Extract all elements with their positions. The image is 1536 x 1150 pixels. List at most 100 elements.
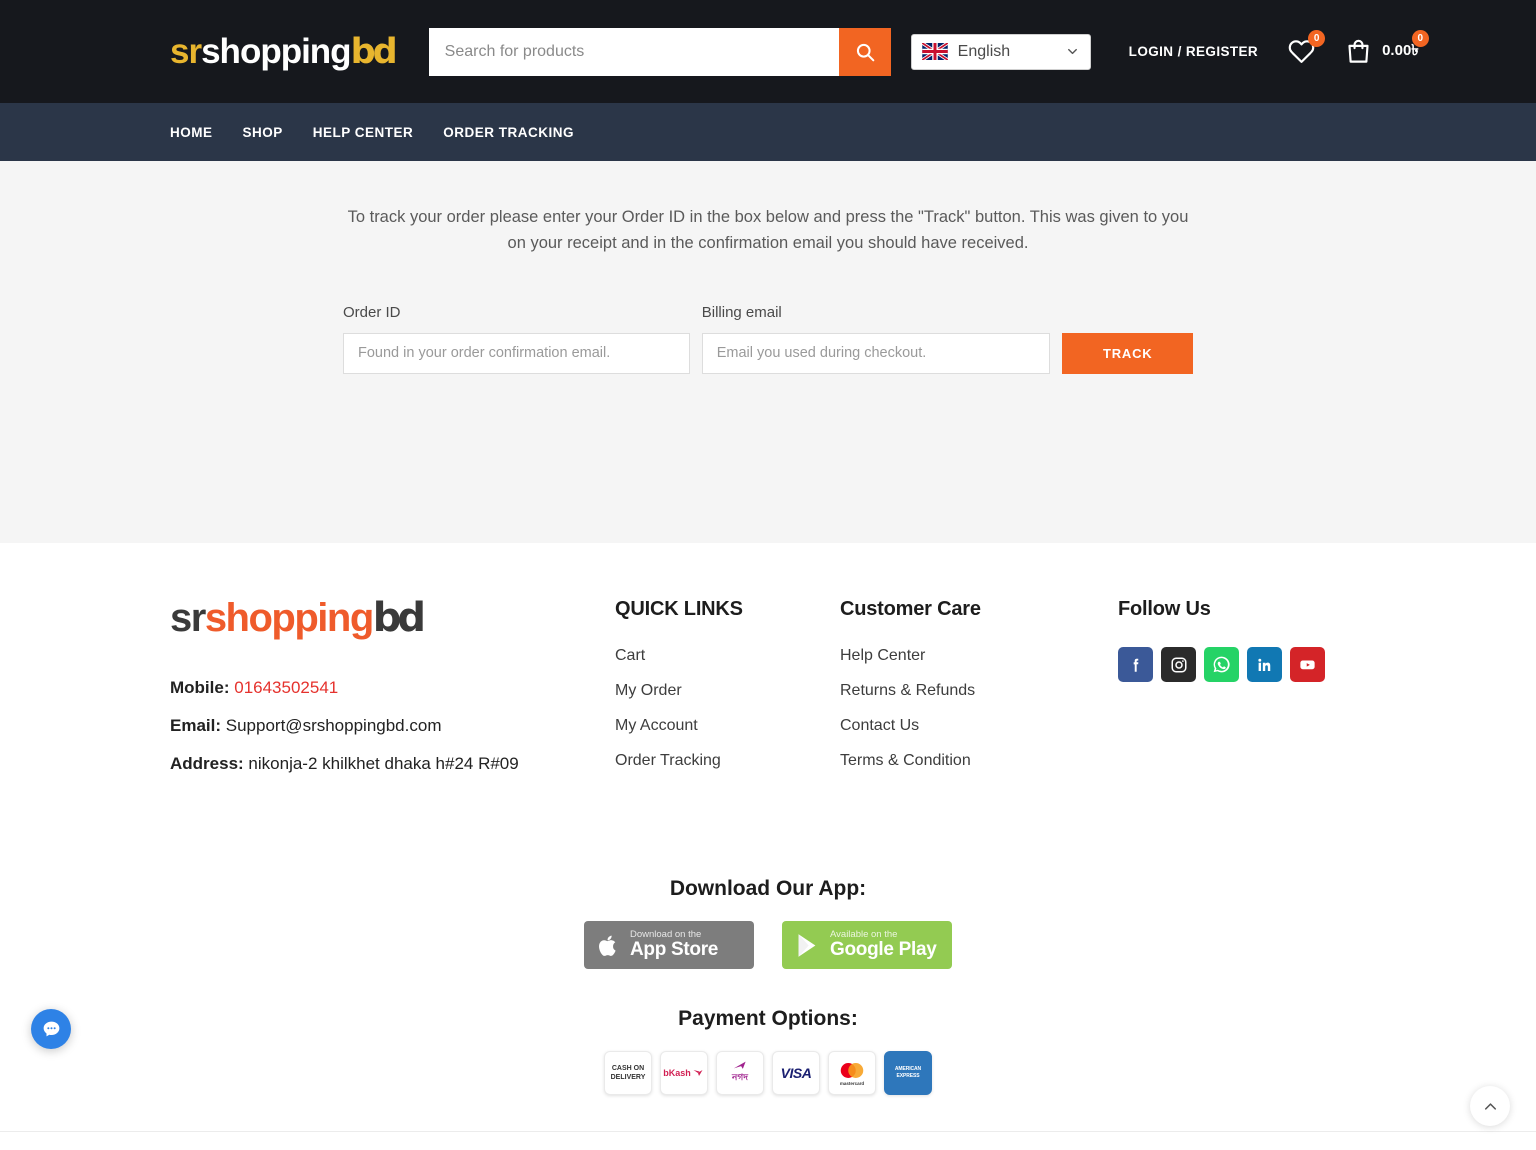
payment-mastercard: mastercard (828, 1051, 876, 1096)
contact-email: Email: Support@srshoppingbd.com (170, 714, 615, 738)
wishlist-count-badge: 0 (1308, 30, 1326, 47)
mastercard-circles-icon (840, 1062, 864, 1078)
payment-options-title: Payment Options: (678, 1007, 858, 1031)
customer-care-title: Customer Care (840, 598, 981, 620)
quick-links-title: QUICK LINKS (615, 598, 743, 620)
chevron-up-icon (1484, 1102, 1496, 1110)
login-register-link[interactable]: LOGIN / REGISTER (1129, 44, 1258, 59)
amex-line1: AMERICAN (894, 1066, 922, 1073)
contact-address-label: Address: (170, 753, 244, 773)
logo-part-shopping: shopping (201, 31, 351, 71)
language-selector[interactable]: English (910, 33, 1091, 70)
payment-american-express: AMERICAN EXPRESS (884, 1051, 932, 1096)
footer-customer-care-column: Customer Care Help Center Returns & Refu… (840, 598, 1118, 789)
contact-email-label: Email: (170, 715, 222, 735)
cod-line2: DELIVERY (610, 1074, 646, 1082)
logo-part-bd: bd (350, 31, 398, 72)
nav-item-help-center[interactable]: HELP CENTER (313, 125, 414, 140)
payment-options-section: Payment Options: CASH ON DELIVERY bKash (0, 1007, 1536, 1096)
order-tracking-form: Order ID Billing email TRACK (343, 304, 1193, 374)
payment-nagad: নগদ (716, 1051, 764, 1096)
billing-email-input[interactable] (701, 332, 1051, 374)
bkash-bird-icon (693, 1070, 703, 1077)
footer-logo[interactable]: srshoppingbd (170, 598, 615, 638)
search-icon (856, 43, 875, 61)
contact-email-value[interactable]: Support@srshoppingbd.com (226, 716, 442, 735)
whatsapp-icon (1213, 656, 1230, 673)
nav-item-home[interactable]: HOME (170, 125, 213, 140)
bkash-label: bKash (663, 1068, 691, 1079)
mastercard-label: mastercard (839, 1080, 865, 1086)
site-header: srshoppingbd English LOGIN / REGISTER 0 (0, 0, 1536, 103)
footer-link-my-account[interactable]: My Account (615, 717, 840, 735)
cart-count-badge: 0 (1411, 30, 1429, 47)
follow-us-title: Follow Us (1118, 598, 1211, 620)
wishlist-button[interactable]: 0 (1288, 30, 1326, 65)
social-facebook-button[interactable] (1118, 647, 1153, 682)
footer-link-my-order[interactable]: My Order (615, 682, 840, 700)
google-play-badge[interactable]: Available on the Google Play (782, 921, 952, 970)
logo-text: srshoppingbd (170, 31, 398, 72)
order-id-label: Order ID (343, 303, 401, 321)
order-id-input[interactable] (343, 332, 690, 374)
contact-address: Address: nikonja-2 khilkhet dhaka h#24 R… (170, 752, 615, 776)
amex-line2: EXPRESS (896, 1073, 920, 1080)
contact-mobile-label: Mobile: (170, 678, 230, 697)
nav-item-order-tracking[interactable]: ORDER TRACKING (443, 125, 574, 140)
social-instagram-button[interactable] (1161, 647, 1196, 682)
search-button[interactable] (838, 27, 891, 76)
contact-mobile-value[interactable]: 01643502541 (234, 678, 338, 697)
footer-logo-part-sr: sr (170, 596, 206, 640)
cod-line1: CASH ON (611, 1065, 645, 1073)
bkash-icon: bKash (663, 1067, 705, 1079)
footer-quick-links-column: QUICK LINKS Cart My Order My Account Ord… (615, 598, 840, 789)
apple-icon (599, 935, 616, 956)
app-store-text: Download on the App Store (630, 930, 718, 960)
footer-link-returns-refunds[interactable]: Returns & Refunds (840, 682, 1118, 700)
footer-link-help-center[interactable]: Help Center (840, 647, 1118, 665)
app-store-big-text: App Store (630, 939, 719, 961)
amex-text: AMERICAN EXPRESS (895, 1066, 921, 1080)
billing-email-field-group: Billing email (701, 304, 1051, 374)
footer-logo-part-shopping: shopping (204, 596, 374, 640)
footer-columns: srshoppingbd Mobile: 01643502541 Email: … (0, 598, 1536, 789)
footer-follow-column: Follow Us (1118, 598, 1325, 789)
shopping-bag-icon (1348, 39, 1369, 63)
site-logo[interactable]: srshoppingbd (170, 31, 398, 72)
download-app-section: Download Our App: Download on the App St… (0, 877, 1536, 970)
nagad-arrow-icon (733, 1061, 746, 1070)
footer-logo-part-bd: bd (372, 595, 426, 641)
social-linkedin-button[interactable] (1247, 647, 1282, 682)
youtube-icon (1300, 660, 1315, 670)
social-youtube-button[interactable] (1290, 647, 1325, 682)
social-whatsapp-button[interactable] (1204, 647, 1239, 682)
google-play-icon (798, 934, 816, 957)
linkedin-icon (1257, 658, 1270, 671)
google-play-text: Available on the Google Play (830, 930, 937, 960)
search-bar (428, 27, 891, 76)
chat-widget-button[interactable] (31, 1009, 71, 1049)
search-input[interactable] (428, 27, 839, 76)
nagad-icon: নগদ (732, 1061, 748, 1085)
app-store-badge[interactable]: Download on the App Store (584, 921, 754, 970)
footer-link-contact-us[interactable]: Contact Us (840, 717, 1118, 735)
site-footer: srshoppingbd Mobile: 01643502541 Email: … (0, 543, 1536, 1150)
footer-link-terms-condition[interactable]: Terms & Condition (840, 752, 1118, 770)
scroll-to-top-button[interactable] (1470, 1086, 1510, 1126)
copyright-bar: ©Srshoppingbd - 2024 | Developer By ES O… (0, 1131, 1536, 1150)
chevron-down-icon (1067, 48, 1077, 55)
main-navigation: HOME SHOP HELP CENTER ORDER TRACKING (0, 103, 1536, 161)
order-id-field-group: Order ID (343, 304, 690, 374)
download-app-title: Download Our App: (669, 877, 867, 901)
track-button[interactable]: TRACK (1062, 332, 1193, 374)
nagad-label: নগদ (732, 1072, 748, 1083)
instagram-icon (1171, 657, 1186, 672)
nav-item-shop[interactable]: SHOP (243, 125, 283, 140)
footer-link-cart[interactable]: Cart (615, 647, 840, 665)
chat-bubble-icon (43, 1021, 59, 1036)
footer-brand-column: srshoppingbd Mobile: 01643502541 Email: … (170, 598, 615, 789)
contact-mobile: Mobile: 01643502541 (170, 676, 615, 700)
footer-link-order-tracking[interactable]: Order Tracking (615, 752, 840, 770)
cart-button[interactable]: 0 0.00৳ (1345, 30, 1429, 65)
store-badges: Download on the App Store Available on t… (0, 921, 1536, 970)
